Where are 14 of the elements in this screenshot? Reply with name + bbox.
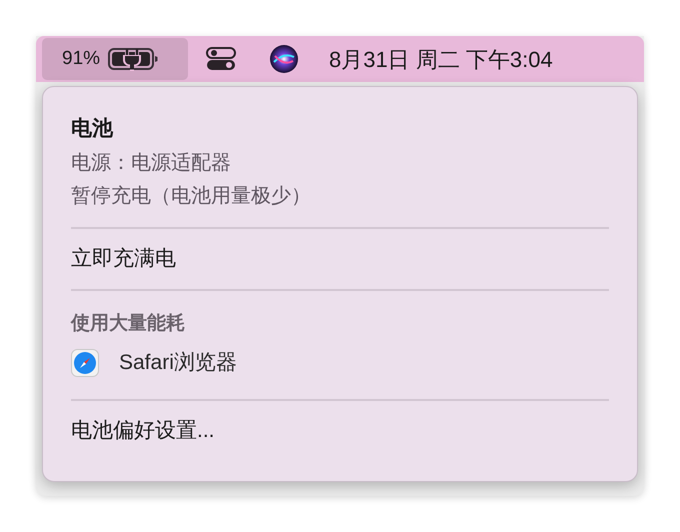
power-info: 暂停充电（电池用量极少） — [71, 184, 312, 209]
menu-item[interactable]: 立即充满电 — [71, 243, 609, 275]
app-name[interactable]: Safari浏览器 — [119, 347, 237, 379]
battery-menu-button[interactable]: 91% — [42, 38, 188, 80]
menu-item[interactable]: 电池偏好设置... — [71, 415, 609, 447]
date-time[interactable]: 8月31日 周二 下午3:04 — [329, 42, 553, 76]
power-info: 电源：电源适配器 — [71, 151, 232, 176]
menu-title: 电池 — [71, 116, 114, 142]
section-header: 使用大量能耗 — [71, 312, 186, 336]
battery-charging-icon — [108, 47, 160, 71]
compass-icon — [71, 349, 99, 377]
toggle-switches-icon[interactable] — [206, 47, 236, 71]
siri-icon[interactable] — [269, 44, 299, 74]
battery-percentage: 91% — [62, 46, 100, 71]
